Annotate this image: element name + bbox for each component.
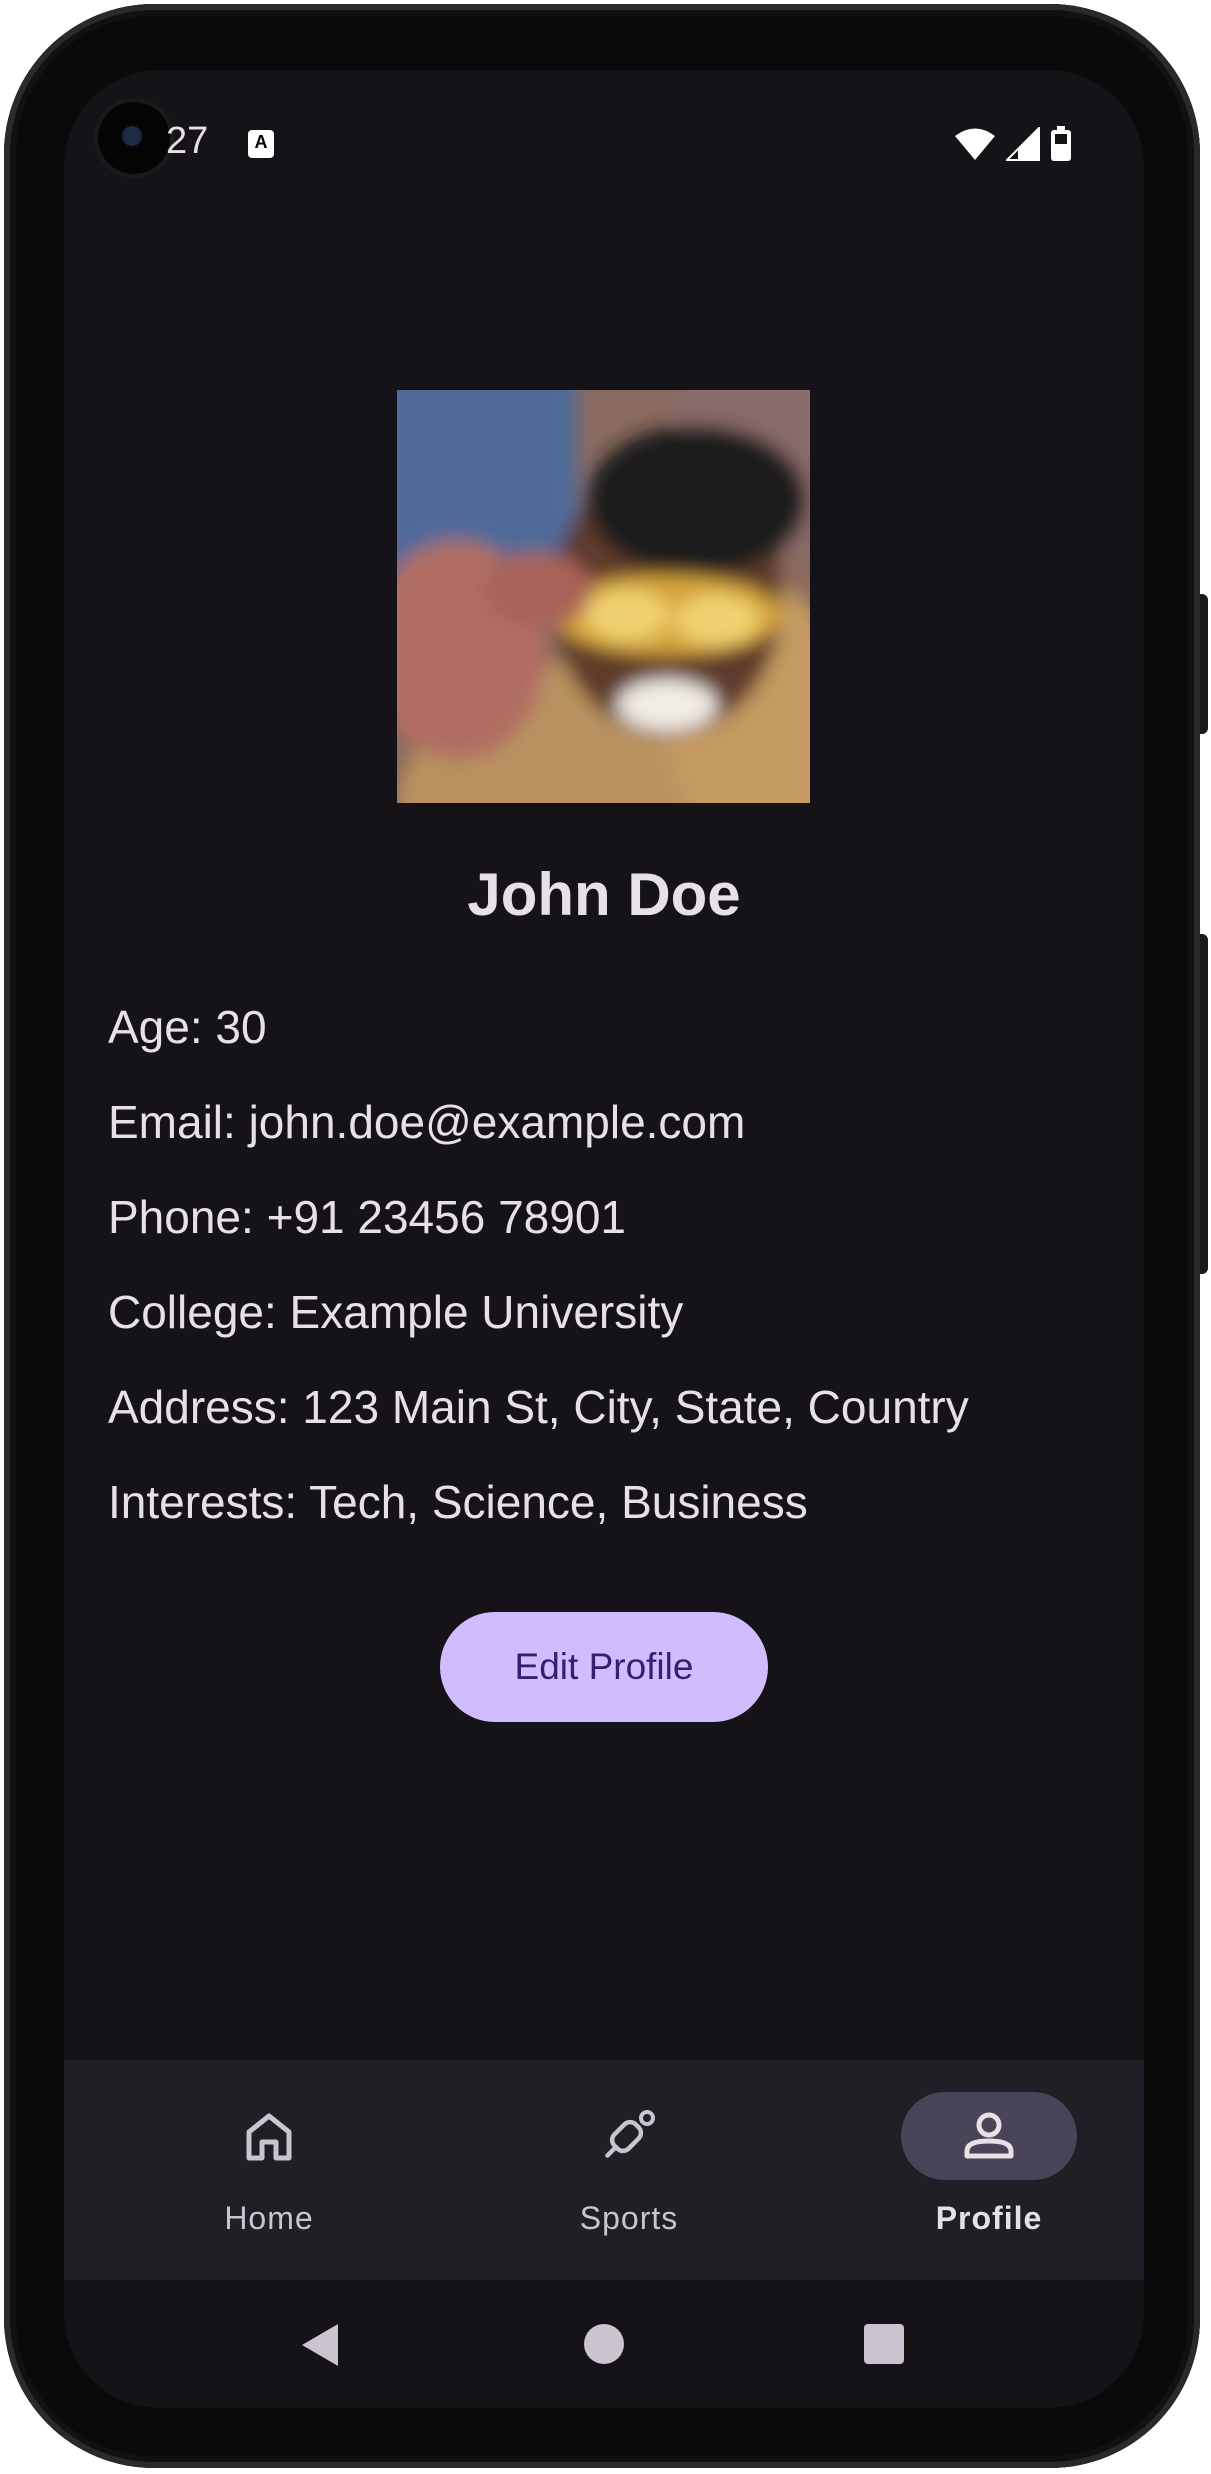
profile-photo [397, 390, 810, 803]
cellular-signal-icon [1006, 127, 1040, 161]
profile-address: Address: 123 Main St, City, State, Count… [108, 1381, 969, 1433]
recent-apps-icon[interactable] [864, 2324, 904, 2364]
profile-email: Email: john.doe@example.com [108, 1096, 746, 1148]
status-bar: 27 A [64, 70, 1144, 220]
notification-icon: A [248, 130, 274, 158]
power-button [1200, 594, 1208, 734]
profile-details: Age: 30 Email: john.doe@example.com Phon… [108, 980, 969, 1550]
nav-item-home[interactable]: Home [64, 2060, 424, 2280]
system-navigation-bar [64, 2280, 1144, 2408]
edit-profile-button[interactable]: Edit Profile [440, 1612, 768, 1722]
bottom-navigation: Home Sports Profile [64, 2060, 1144, 2280]
profile-name: John Doe [467, 861, 741, 928]
nav-label-profile: Profile [935, 2200, 1043, 2236]
sports-icon [605, 2110, 655, 2158]
profile-phone: Phone: +91 23456 78901 [108, 1191, 626, 1243]
home-button-icon[interactable] [584, 2324, 624, 2364]
nav-item-profile[interactable]: Profile [784, 2060, 1144, 2280]
front-camera [98, 102, 170, 174]
status-icons [954, 126, 1072, 162]
phone-frame: 27 A John Doe Age: 30 Email: john.doe@ex… [4, 4, 1208, 2468]
screen: 27 A John Doe Age: 30 Email: john.doe@ex… [64, 70, 1144, 2408]
wifi-icon [955, 128, 995, 160]
nav-item-sports[interactable]: Sports [424, 2060, 784, 2280]
person-icon [964, 2112, 1014, 2159]
battery-icon [1051, 126, 1071, 161]
profile-interests: Interests: Tech, Science, Business [108, 1476, 808, 1528]
profile-college: College: Example University [108, 1286, 684, 1338]
nav-label-sports: Sports [579, 2200, 679, 2236]
profile-photo-image [397, 390, 810, 803]
status-time: 27 [166, 120, 209, 162]
home-icon [246, 2113, 292, 2161]
back-icon[interactable] [298, 2322, 342, 2368]
volume-button [1200, 934, 1208, 1274]
nav-label-home: Home [224, 2200, 314, 2236]
profile-age: Age: 30 [108, 1001, 267, 1053]
